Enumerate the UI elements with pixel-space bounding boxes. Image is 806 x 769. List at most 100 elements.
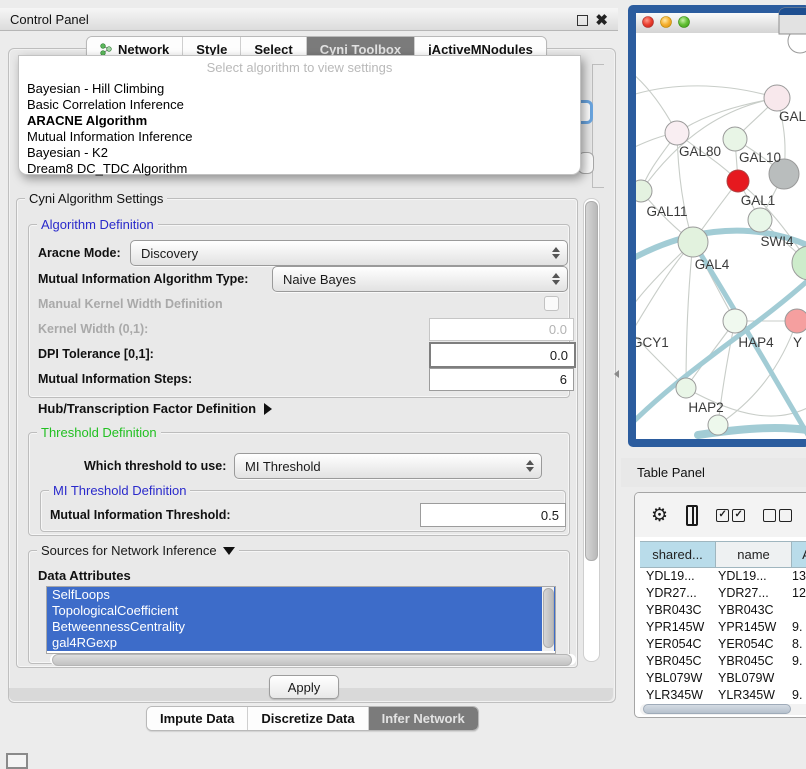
dpi-tolerance-field[interactable]: 0.0 <box>429 342 576 368</box>
tab-infer-network[interactable]: Infer Network <box>369 707 478 730</box>
table-row[interactable]: YER054C YER054C 8. <box>640 635 806 652</box>
node[interactable] <box>785 309 806 333</box>
node[interactable] <box>708 415 728 435</box>
node-label: HAP2 <box>688 400 723 415</box>
node-label: GAL80 <box>679 144 721 159</box>
deselect-all-checks-icon[interactable] <box>763 509 792 522</box>
table-hscrollbar[interactable] <box>640 704 806 715</box>
splitter-collapse-icon[interactable] <box>614 370 619 378</box>
table-row[interactable]: YBR043C YBR043C <box>640 601 806 618</box>
algorithm-item-dream8[interactable]: Dream8 DC_TDC Algorithm <box>19 161 580 177</box>
mi-type-label: Mutual Information Algorithm Type: <box>38 272 248 286</box>
minimize-window-icon[interactable] <box>661 17 672 28</box>
apply-button[interactable]: Apply <box>269 675 339 699</box>
table-row[interactable]: YBR045C YBR045C 9. <box>640 652 806 669</box>
list-item-gal4rgexp[interactable]: gal4RGexp <box>47 635 555 651</box>
close-panel-icon[interactable]: ✖ <box>595 11 608 29</box>
node[interactable] <box>764 85 790 111</box>
node[interactable] <box>727 170 749 192</box>
aracne-mode-label: Aracne Mode: <box>38 246 121 260</box>
table-panel-title: Table Panel <box>637 465 705 480</box>
table-header-row: shared... name A <box>640 541 806 568</box>
list-item-betweennesscentrality[interactable]: BetweennessCentrality <box>47 619 555 635</box>
mi-threshold-field[interactable]: 0.5 <box>420 503 566 527</box>
table-rows: YDL19... YDL19... 13 YDR27... YDR27... 1… <box>640 567 806 703</box>
list-item-topologicalcoefficient[interactable]: TopologicalCoefficient <box>47 603 555 619</box>
algorithm-item-bayesian-k2[interactable]: Bayesian - K2 <box>19 145 580 161</box>
control-panel-title: Control Panel <box>10 12 89 27</box>
algorithm-item-aracne[interactable]: ARACNE Algorithm <box>19 113 580 129</box>
attr-list-vscrollbar[interactable] <box>542 587 554 651</box>
network-view-window[interactable]: GAL GAL80 GAL10 GAL1 GAL11 SWI4 GAL4 HAP… <box>628 5 806 447</box>
node-label: GAL1 <box>741 193 776 208</box>
column-header-name[interactable]: name <box>716 542 792 567</box>
algorithm-item-basic-correlation[interactable]: Basic Correlation Inference <box>19 97 580 113</box>
node-label: HAP4 <box>738 335 774 350</box>
tab-discretize-data[interactable]: Discretize Data <box>248 707 368 730</box>
settings-vscrollbar-thumb[interactable] <box>585 201 598 561</box>
node-label: SWI4 <box>760 234 793 249</box>
hub-definition-label: Hub/Transcription Factor Definition <box>38 401 256 416</box>
expand-right-icon <box>264 403 272 415</box>
node[interactable] <box>748 208 772 232</box>
aracne-mode-combo[interactable]: Discovery <box>130 240 568 266</box>
sources-group-title: Sources for Network Inference <box>37 543 239 558</box>
settings-vscrollbar[interactable] <box>583 198 600 662</box>
node[interactable] <box>723 127 747 151</box>
algorithm-popup-placeholder: Select algorithm to view settings <box>19 56 580 81</box>
gear-icon[interactable]: ⚙ <box>651 504 668 527</box>
attr-list-vscrollbar-thumb[interactable] <box>543 588 554 648</box>
control-panel-titlebar: Control Panel ✖ <box>0 8 618 31</box>
tab-impute-data[interactable]: Impute Data <box>147 707 248 730</box>
table-row[interactable]: YDR27... YDR27... 12 <box>640 584 806 601</box>
minimized-panel-icon[interactable] <box>6 753 28 769</box>
data-attributes-list[interactable]: SelfLoops TopologicalCoefficient Between… <box>46 586 556 654</box>
settings-hscrollbar[interactable] <box>50 654 576 665</box>
node[interactable] <box>676 378 696 398</box>
background-window-corner <box>779 8 806 34</box>
table-hscrollbar-thumb[interactable] <box>643 704 791 714</box>
table-row[interactable]: YBL079W YBL079W <box>640 669 806 686</box>
list-item-selfloops[interactable]: SelfLoops <box>47 587 555 603</box>
which-threshold-value: MI Threshold <box>245 459 321 474</box>
kernel-width-label: Kernel Width (0,1): <box>38 322 148 336</box>
node-label: GAL11 <box>646 204 687 219</box>
which-threshold-label: Which threshold to use: <box>84 459 226 473</box>
select-all-checks-icon[interactable]: ✓✓ <box>716 509 745 522</box>
collapse-down-icon[interactable] <box>223 547 235 555</box>
which-threshold-combo[interactable]: MI Threshold <box>234 453 542 479</box>
table-panel-titlebar: Table Panel <box>621 458 806 487</box>
table-row[interactable]: YDL19... YDL19... 13 <box>640 567 806 584</box>
maximize-window-icon[interactable] <box>679 17 690 28</box>
node[interactable] <box>723 309 747 333</box>
threshold-definition-title: Threshold Definition <box>37 425 161 440</box>
hub-definition-toggle[interactable]: Hub/Transcription Factor Definition <box>38 401 272 416</box>
split-columns-icon[interactable] <box>686 505 698 526</box>
node[interactable] <box>665 121 689 145</box>
settings-hscrollbar-thumb[interactable] <box>52 654 572 666</box>
table-row[interactable]: YPR145W YPR145W 9. <box>640 618 806 635</box>
manual-kernel-checkbox[interactable] <box>544 296 559 311</box>
mi-threshold-group-title: MI Threshold Definition <box>49 483 190 498</box>
combo-spinner-icon <box>552 273 560 285</box>
bottom-tabbar: Impute Data Discretize Data Infer Networ… <box>146 706 479 731</box>
combo-spinner-icon <box>526 460 534 472</box>
column-header-partial[interactable]: A <box>792 542 806 567</box>
table-row[interactable]: YLR345W YLR345W 9. <box>640 686 806 703</box>
algorithm-definition-title: Algorithm Definition <box>37 217 158 232</box>
float-window-icon[interactable] <box>577 14 588 29</box>
mi-steps-field[interactable]: 6 <box>429 368 574 391</box>
node-label: GCY1 <box>632 335 669 350</box>
close-window-icon[interactable] <box>643 17 654 28</box>
algorithm-item-mutual-information[interactable]: Mutual Information Inference <box>19 129 580 145</box>
node[interactable] <box>678 227 708 257</box>
kernel-width-field[interactable]: 0.0 <box>429 318 574 341</box>
data-attributes-label: Data Attributes <box>38 568 131 583</box>
mi-type-combo[interactable]: Naive Bayes <box>272 266 568 292</box>
aracne-mode-value: Discovery <box>141 246 198 261</box>
combo-spinner-icon <box>552 247 560 259</box>
control-panel-dock: Control Panel ✖ Network Style Select Cyn… <box>0 0 621 745</box>
mi-steps-label: Mutual Information Steps: <box>38 372 192 386</box>
algorithm-item-bayesian-hill-climbing[interactable]: Bayesian - Hill Climbing <box>19 81 580 97</box>
column-header-shared-name[interactable]: shared... <box>640 542 716 567</box>
